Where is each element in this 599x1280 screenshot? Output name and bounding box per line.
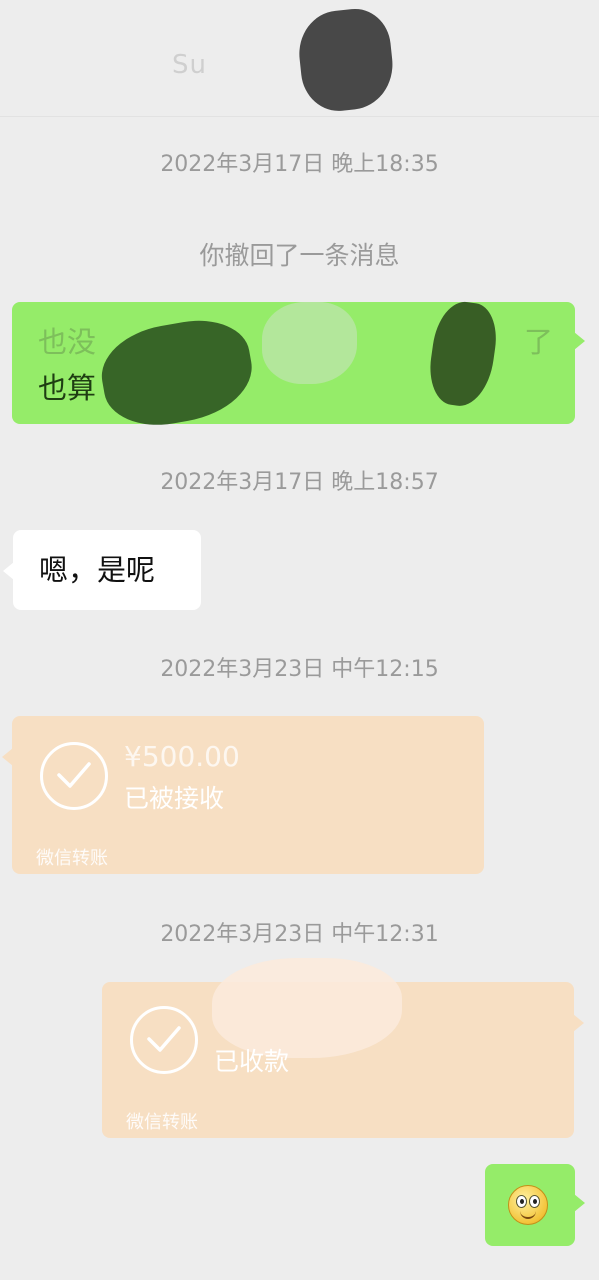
transfer-label: 微信转账 bbox=[126, 1112, 198, 1133]
outgoing-text-bubble[interactable]: 也没 了 也算 bbox=[12, 298, 585, 435]
transfer-amount: ¥500.00 bbox=[124, 740, 240, 773]
smiley-emoji-icon bbox=[508, 1185, 548, 1225]
contact-name: Su bbox=[172, 50, 207, 80]
message-text: 嗯，是呢 bbox=[39, 553, 156, 587]
transfer-label: 微信转账 bbox=[36, 848, 108, 869]
message-line-1-end: 了 bbox=[524, 325, 554, 359]
check-circle-icon bbox=[40, 742, 108, 810]
chat-header: Su bbox=[0, 0, 599, 117]
incoming-transfer-card[interactable]: ¥500.00 已被接收 微信转账 bbox=[2, 716, 484, 874]
timestamp: 2022年3月17日 晚上18:57 bbox=[160, 470, 439, 495]
incoming-text-bubble[interactable]: 嗯，是呢 bbox=[3, 530, 201, 610]
transfer-status: 已收款 bbox=[214, 1047, 290, 1076]
message-line-1: 也没 bbox=[38, 325, 97, 359]
timestamp: 2022年3月17日 晚上18:35 bbox=[160, 152, 439, 177]
timestamp: 2022年3月23日 中午12:15 bbox=[160, 657, 439, 682]
message-line-2: 也算 bbox=[38, 371, 97, 405]
redaction-scribble bbox=[295, 5, 397, 115]
redaction-scribble bbox=[262, 302, 357, 384]
recalled-notice: 你撤回了一条消息 bbox=[199, 241, 400, 270]
redaction-scribble bbox=[425, 298, 501, 410]
timestamp: 2022年3月23日 中午12:31 bbox=[160, 922, 439, 947]
outgoing-emoji-bubble[interactable] bbox=[485, 1164, 585, 1246]
redaction-scribble bbox=[94, 311, 260, 435]
outgoing-transfer-card[interactable]: 已收款 微信转账 bbox=[102, 958, 584, 1138]
transfer-status: 已被接收 bbox=[124, 784, 225, 813]
check-circle-icon bbox=[130, 1006, 198, 1074]
